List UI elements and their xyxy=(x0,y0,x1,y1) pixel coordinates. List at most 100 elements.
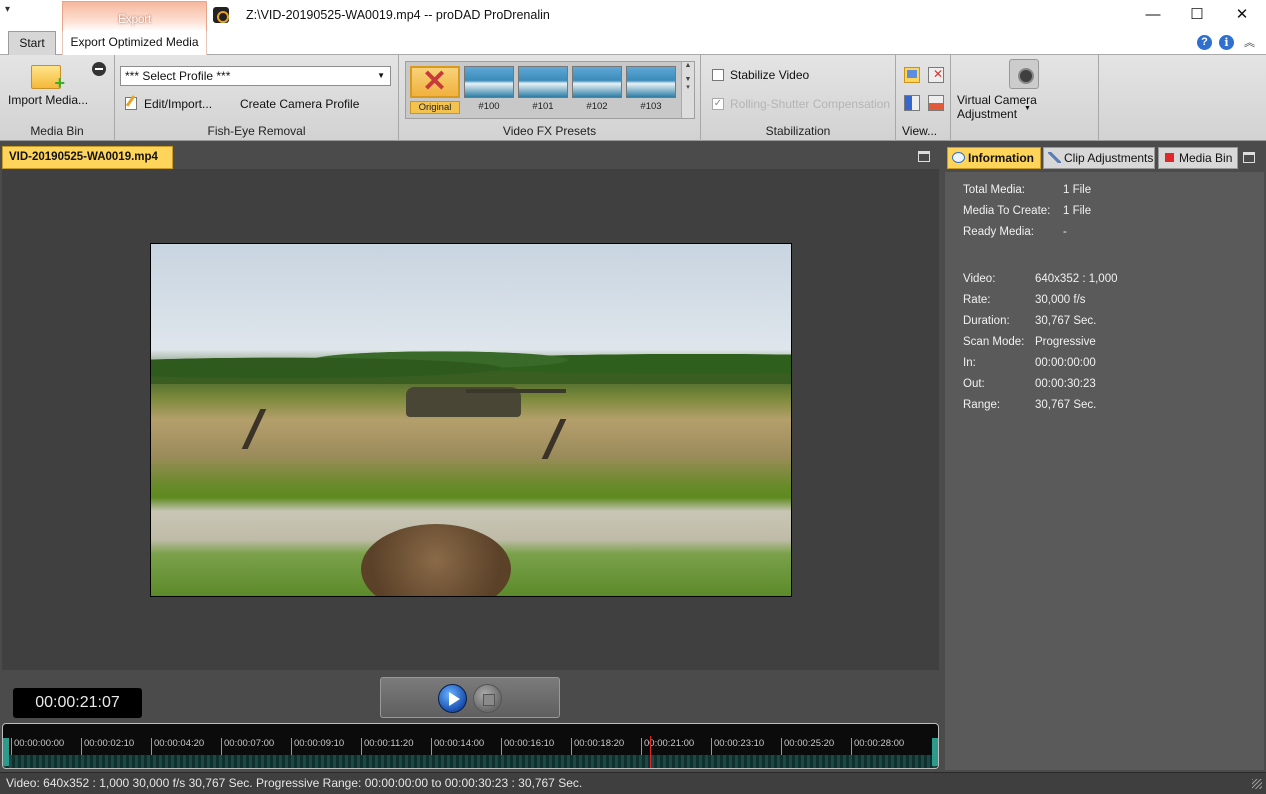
tab-export-optimized-media[interactable]: Export Optimized Media xyxy=(62,31,207,55)
info-label: Video: xyxy=(963,273,996,285)
fisheye-removal-group: *** Select Profile *** ▼ Edit/Import... … xyxy=(115,55,399,141)
remove-media-icon[interactable] xyxy=(92,62,106,76)
timeline-tick-label: 00:00:07:00 xyxy=(221,738,274,756)
help-icon[interactable]: ? xyxy=(1197,35,1212,50)
right-panel: Information Clip Adjustments Media Bin T… xyxy=(945,146,1264,770)
out-point-handle[interactable] xyxy=(932,738,938,766)
info-row: Media To Create: 1 File xyxy=(963,205,1091,217)
timeline-tick-label: 00:00:16:10 xyxy=(501,738,554,756)
preset-label: #100 xyxy=(478,101,500,112)
video-obstacle xyxy=(541,419,611,459)
video-tank xyxy=(406,387,566,417)
tab-information[interactable]: Information xyxy=(947,147,1041,169)
timeline-ruler: 00:00:00:00 00:00:02:10 00:00:04:20 00:00:0… xyxy=(3,734,938,756)
timeline-tick-label: 00:00:00:00 xyxy=(11,738,64,756)
import-media-button[interactable]: Import Media... xyxy=(8,93,88,107)
status-bar: Video: 640x352 : 1,000 30,000 f/s 30,767… xyxy=(0,772,1266,794)
info-value: 00:00:30:23 xyxy=(1035,378,1096,390)
tab-label: Media Bin xyxy=(1179,151,1233,165)
media-bin-icon xyxy=(1165,153,1174,162)
tab-label: Information xyxy=(968,151,1034,165)
tab-clip-adjustments[interactable]: Clip Adjustments xyxy=(1043,147,1155,169)
info-label: Rate: xyxy=(963,294,991,306)
group-label: Media Bin xyxy=(30,124,84,138)
info-row: Video: 640x352 : 1,000 xyxy=(963,273,1118,285)
info-value: 30,767 Sec. xyxy=(1035,315,1097,327)
rolling-shutter-label: Rolling-Shutter Compensation xyxy=(730,97,891,111)
info-label: Media To Create: xyxy=(963,205,1051,217)
resize-grip-icon[interactable] xyxy=(1252,779,1262,789)
information-panel: Total Media: 1 File Media To Create: 1 File… xyxy=(945,172,1264,770)
edit-icon xyxy=(125,97,137,110)
maximize-pane-icon[interactable] xyxy=(918,151,930,162)
preset-label: #101 xyxy=(532,101,554,112)
maximize-pane-icon[interactable] xyxy=(1243,152,1255,163)
preset-102[interactable]: #102 xyxy=(572,66,622,114)
video-frame xyxy=(150,243,792,597)
stop-button[interactable] xyxy=(473,684,502,713)
timeline-tick-label: 00:00:02:10 xyxy=(81,738,134,756)
stabilize-video-checkbox[interactable] xyxy=(712,69,724,81)
preset-original[interactable]: Original xyxy=(410,64,460,114)
collapse-ribbon-icon[interactable]: ︽ xyxy=(1244,34,1255,50)
stabilization-group: Stabilize Video ✓ Rolling-Shutter Compen… xyxy=(701,55,896,141)
info-value: 1 File xyxy=(1063,205,1092,217)
right-panel-tabs: Information Clip Adjustments Media Bin xyxy=(945,146,1264,170)
import-folder-icon[interactable] xyxy=(31,65,65,94)
info-row: In: 00:00:00:00 xyxy=(963,357,1096,369)
view-group: View... xyxy=(896,55,951,141)
preset-thumbnail xyxy=(410,64,460,99)
stabilize-video-label[interactable]: Stabilize Video xyxy=(730,68,809,82)
timeline-tick-label: 00:00:09:10 xyxy=(291,738,344,756)
playhead[interactable] xyxy=(650,736,651,768)
preset-100[interactable]: #100 xyxy=(464,66,514,114)
video-fx-presets-group: Original #100 #101 #102 #103 ▲▼▾ Video F… xyxy=(399,55,701,141)
view-split-horizontal-icon[interactable] xyxy=(928,95,944,111)
info-icon[interactable]: i xyxy=(1219,35,1234,50)
preview-area xyxy=(2,169,939,670)
create-camera-profile-button[interactable]: Create Camera Profile xyxy=(240,97,359,111)
edit-import-button[interactable]: Edit/Import... xyxy=(144,97,212,111)
preset-101[interactable]: #101 xyxy=(518,66,568,114)
timeline-tick-label: 00:00:28:00 xyxy=(851,738,904,756)
in-point-handle[interactable] xyxy=(3,738,9,766)
virtual-camera-group: Virtual Camera Adjustment ▼ xyxy=(951,55,1099,141)
speech-bubble-icon xyxy=(952,152,965,163)
export-context-tab: Export xyxy=(62,1,207,31)
info-value: 30,000 f/s xyxy=(1035,294,1086,306)
media-bin-group: Import Media... Media Bin xyxy=(0,55,115,141)
tab-start[interactable]: Start xyxy=(8,31,56,56)
info-value: - xyxy=(1063,226,1067,238)
timeline-tick-label: 00:00:18:20 xyxy=(571,738,624,756)
preset-thumbnail xyxy=(464,66,514,98)
view-close-icon[interactable] xyxy=(928,67,944,83)
group-label: Video FX Presets xyxy=(502,124,597,138)
view-split-vertical-icon[interactable] xyxy=(904,95,920,111)
app-logo-icon xyxy=(213,7,229,23)
rolling-shutter-checkbox: ✓ xyxy=(712,98,724,110)
quick-access-menu-icon[interactable]: ▾ xyxy=(5,4,10,15)
view-preview-icon[interactable] xyxy=(904,67,920,83)
preset-thumbnail xyxy=(572,66,622,98)
close-button[interactable]: ✕ xyxy=(1227,4,1257,26)
view-menu-button[interactable]: View... xyxy=(902,124,937,138)
timeline-tick-label: 00:00:14:00 xyxy=(431,738,484,756)
camera-profile-select[interactable]: *** Select Profile *** ▼ xyxy=(120,66,391,86)
info-row: Duration: 30,767 Sec. xyxy=(963,315,1096,327)
info-label: Ready Media: xyxy=(963,226,1034,238)
play-button[interactable] xyxy=(438,684,467,713)
minimize-button[interactable]: — xyxy=(1138,4,1168,26)
timeline-tick-label: 00:00:04:20 xyxy=(151,738,204,756)
presets-gallery: Original #100 #101 #102 #103 ▲▼▾ xyxy=(405,61,695,119)
timeline-track[interactable] xyxy=(3,755,938,768)
info-label: Range: xyxy=(963,399,1001,411)
video-foreground-head xyxy=(361,524,511,596)
preset-103[interactable]: #103 xyxy=(626,66,676,114)
presets-scrollbar[interactable]: ▲ ▼ ▾ xyxy=(681,62,694,118)
preset-thumbnail xyxy=(518,66,568,98)
timeline[interactable]: 00:00:00:00 00:00:02:10 00:00:04:20 00:00:0… xyxy=(2,723,939,769)
tab-media-bin[interactable]: Media Bin xyxy=(1158,147,1238,169)
document-tab[interactable]: VID-20190525-WA0019.mp4 xyxy=(2,146,173,169)
camera-icon[interactable] xyxy=(1009,59,1039,89)
maximize-button[interactable]: ☐ xyxy=(1182,4,1212,26)
